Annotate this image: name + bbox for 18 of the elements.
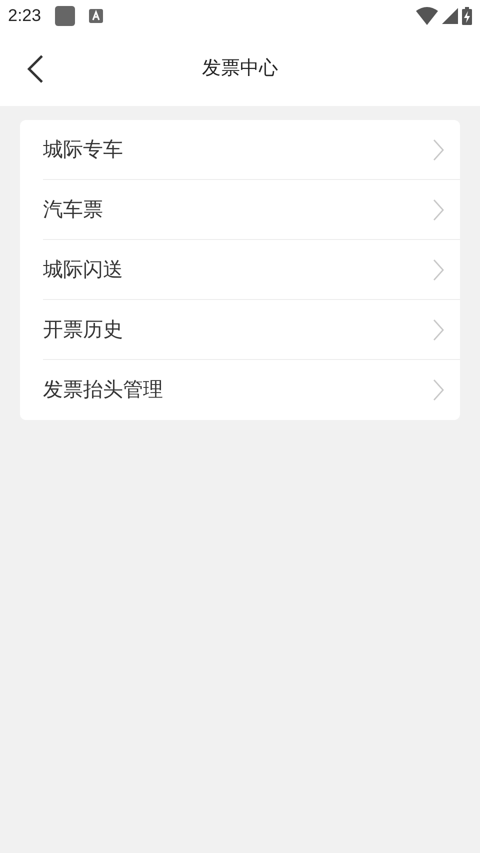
chevron-icon [433, 198, 444, 220]
menu-item[interactable]: 城际闪送 [43, 240, 460, 300]
app-notification-icon [89, 9, 104, 23]
status-time: 2:23 [8, 5, 42, 28]
signal-icon [442, 7, 458, 25]
back-icon [26, 54, 44, 84]
page-title: 发票中心 [202, 56, 278, 81]
menu-item[interactable]: 开票历史 [43, 300, 460, 360]
chevron-icon [433, 379, 444, 401]
app-notification-icon [55, 6, 76, 26]
battery-icon [462, 7, 472, 25]
menu-item[interactable]: 城际专车 [43, 120, 460, 180]
wifi-icon [416, 7, 438, 25]
menu-item[interactable]: 汽车票 [43, 180, 460, 240]
chevron-icon [433, 138, 444, 160]
chevron-icon [433, 318, 444, 340]
menu-item[interactable]: 发票抬头管理 [43, 360, 460, 420]
chevron-icon [433, 258, 444, 280]
